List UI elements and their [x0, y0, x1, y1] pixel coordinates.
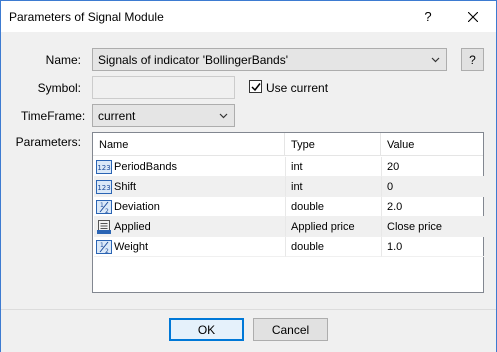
- int-param-icon: 123: [96, 160, 112, 174]
- table-row[interactable]: 123 Shift int 0: [94, 177, 484, 197]
- param-name-cell: 1 2 Weight: [94, 237, 286, 257]
- param-type: Applied price: [286, 217, 382, 237]
- timeframe-value: current: [98, 109, 136, 123]
- checkmark-icon: [251, 83, 261, 92]
- param-type: int: [286, 177, 382, 197]
- use-current-label[interactable]: Use current: [266, 81, 328, 95]
- column-header-value[interactable]: Value: [381, 133, 483, 156]
- param-name: Deviation: [114, 201, 160, 213]
- title-bar: Parameters of Signal Module ?: [1, 1, 496, 32]
- param-name: Shift: [114, 181, 137, 193]
- param-type: int: [286, 157, 382, 177]
- name-help-label: ?: [469, 52, 476, 67]
- param-value[interactable]: 0: [382, 177, 484, 197]
- cancel-button[interactable]: Cancel: [253, 318, 328, 341]
- table-row[interactable]: 123 PeriodBands int 20: [94, 157, 484, 177]
- name-combobox[interactable]: Signals of indicator 'BollingerBands': [92, 48, 447, 71]
- close-button[interactable]: [451, 1, 495, 32]
- parameters-table[interactable]: Name Type Value 123 PeriodBands int 20 1…: [92, 132, 484, 293]
- double-param-icon: 1 2: [96, 240, 112, 255]
- cancel-label: Cancel: [271, 322, 310, 337]
- svg-text:123: 123: [97, 164, 110, 172]
- svg-text:123: 123: [97, 184, 110, 192]
- param-name: Weight: [114, 241, 149, 253]
- param-name-cell: 1 2 Deviation: [94, 197, 286, 217]
- symbol-input[interactable]: [92, 76, 235, 99]
- symbol-label: Symbol:: [37, 81, 81, 95]
- param-name: Applied: [114, 221, 151, 233]
- double-param-icon: 1 2: [96, 200, 112, 215]
- param-type: double: [286, 197, 382, 217]
- chevron-down-icon: [219, 113, 228, 119]
- column-header-name[interactable]: Name: [93, 133, 285, 156]
- enum-param-icon: [97, 220, 111, 234]
- name-value: Signals of indicator 'BollingerBands': [98, 53, 289, 67]
- name-label: Name:: [45, 53, 81, 67]
- param-name-cell: Applied: [94, 217, 286, 237]
- int-param-icon: 123: [96, 180, 112, 194]
- table-row[interactable]: Applied Applied price Close price: [94, 217, 484, 237]
- column-header-type[interactable]: Type: [285, 133, 381, 156]
- param-name: PeriodBands: [114, 161, 177, 173]
- table-row[interactable]: 1 2 Deviation double 2.0: [94, 197, 484, 217]
- timeframe-label: TimeFrame:: [21, 109, 86, 123]
- table-header: Name Type Value: [93, 133, 483, 156]
- svg-text:2: 2: [105, 248, 109, 255]
- param-value[interactable]: 20: [382, 157, 484, 177]
- chevron-down-icon: [431, 57, 440, 63]
- button-bar: [1, 309, 496, 352]
- parameters-label: Parameters:: [15, 135, 81, 149]
- param-value[interactable]: Close price: [382, 217, 484, 237]
- ok-button[interactable]: OK: [169, 318, 244, 341]
- window-title: Parameters of Signal Module: [9, 10, 164, 24]
- name-help-button[interactable]: ?: [461, 48, 484, 71]
- timeframe-combobox[interactable]: current: [92, 104, 235, 127]
- param-value[interactable]: 2.0: [382, 197, 484, 217]
- use-current-checkbox[interactable]: [249, 80, 262, 93]
- param-type: double: [286, 237, 382, 257]
- help-button[interactable]: ?: [406, 1, 450, 32]
- ok-label: OK: [197, 322, 216, 337]
- param-value[interactable]: 1.0: [382, 237, 484, 257]
- close-icon: [468, 11, 478, 22]
- param-name-cell: 123 Shift: [94, 177, 286, 197]
- dialog-window: Parameters of Signal Module ? Name: Sign…: [0, 0, 497, 352]
- table-row[interactable]: 1 2 Weight double 1.0: [94, 237, 484, 257]
- svg-text:2: 2: [105, 208, 109, 215]
- param-name-cell: 123 PeriodBands: [94, 157, 286, 177]
- help-label: ?: [424, 9, 432, 24]
